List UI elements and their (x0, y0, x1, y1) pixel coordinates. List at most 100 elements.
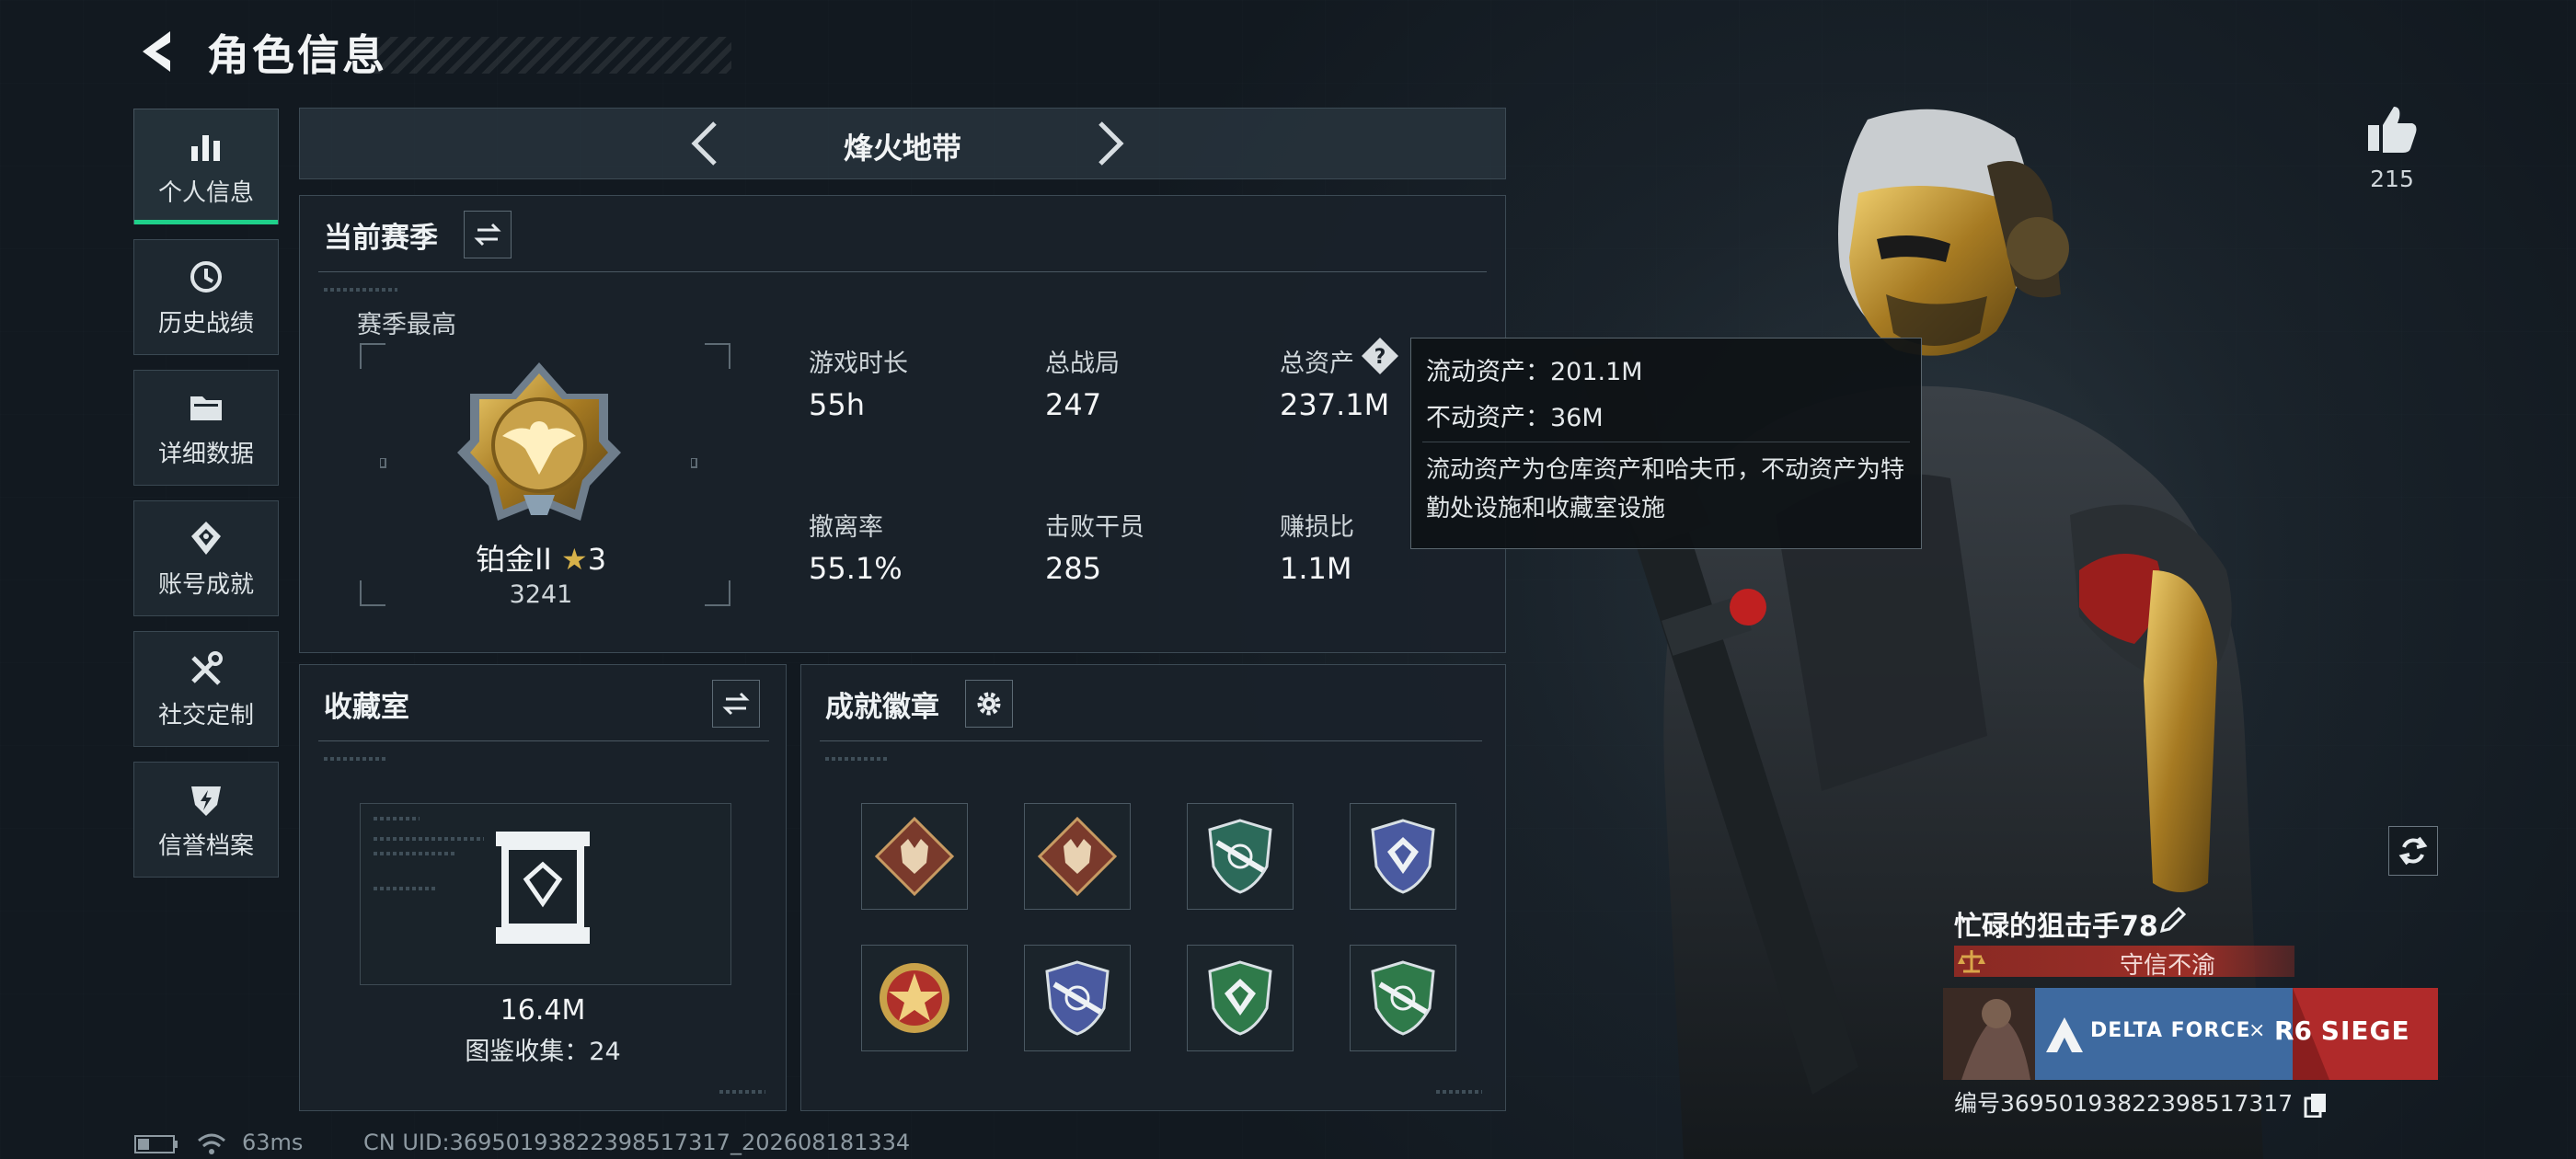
sidebar-item-label: 账号成就 (157, 570, 254, 599)
page-header: 角色信息 (133, 20, 731, 85)
shield-badge-icon (1208, 960, 1272, 1036)
battery-icon (134, 1135, 178, 1153)
achievement-badge-slot[interactable] (1350, 945, 1456, 1051)
cn-uid-text: CN UID:3695019382239851731​7_20260818133… (363, 1130, 911, 1155)
decor-text (374, 887, 438, 890)
tooltip-fixed-assets: 不动资产：36M (1426, 404, 1604, 432)
decor-corner (719, 1090, 765, 1094)
frame-corner (360, 343, 385, 369)
divider (318, 740, 769, 741)
stat-label-total-matches: 总战局 (1045, 350, 1120, 378)
swap-icon (722, 692, 750, 716)
player-uid: 编号3695019382239851731​7 (1954, 1090, 2294, 1117)
tooltip-description: 流动资产为仓库资产和哈夫币，不动资产为特勤处设施和收藏室设施 (1426, 456, 1905, 522)
sidebar-item-label: 详细数据 (157, 440, 254, 468)
collection-panel[interactable]: 收藏室 16.4M 图鉴收集：24 (299, 664, 787, 1111)
star-badge-icon (880, 963, 949, 1033)
decor-corner (1436, 1090, 1482, 1094)
stat-value-total-assets: 237.1M (1280, 387, 1390, 422)
collection-title: 收藏室 (324, 691, 409, 724)
player-name: 忙碌的狙击手78 (1954, 911, 2158, 943)
achievement-badge-slot[interactable] (861, 945, 968, 1051)
rifle-shield-badge-icon (1371, 960, 1435, 1036)
frame-tick (691, 458, 697, 468)
stat-value-total-matches: 247 (1045, 387, 1102, 422)
decor-text (324, 757, 388, 761)
stat-label-operators-defeated: 击败干员 (1045, 513, 1144, 542)
sidebar-item-detailed-data[interactable]: 详细数据 (133, 370, 279, 486)
frame-tick (380, 458, 386, 468)
achievements-settings-button[interactable] (965, 680, 1013, 728)
rank-name: 铂金II (475, 542, 552, 577)
sidebar-item-social-customization[interactable]: 社交定制 (133, 631, 279, 747)
help-icon[interactable]: ? (1360, 336, 1400, 376)
stat-value-extraction-rate: 55.1% (809, 551, 903, 586)
achievement-badge-slot[interactable] (1024, 945, 1131, 1051)
collection-display-case (360, 803, 731, 985)
copy-icon[interactable] (2304, 1092, 2328, 1119)
stat-label-extraction-rate: 撤离率 (809, 513, 883, 542)
decor-text (825, 757, 890, 761)
stat-value-playtime: 55h (809, 387, 865, 422)
banner-delta-force: DELTA FORCE (2090, 1019, 2251, 1042)
header-stripe (373, 37, 731, 74)
sidebar-item-achievements[interactable]: 账号成就 (133, 500, 279, 616)
achievement-badge-slot[interactable] (1350, 803, 1456, 910)
collection-switch-button[interactable] (712, 680, 760, 728)
tools-icon (191, 650, 223, 685)
ping-text: 63ms (242, 1130, 304, 1155)
achievement-badge-slot[interactable] (1187, 945, 1294, 1051)
banner-r6: R6 SIEGE (2274, 1016, 2410, 1046)
refresh-icon (2398, 836, 2428, 866)
chevron-right-icon[interactable] (1082, 118, 1133, 169)
stat-value-profit-loss: 1.1M (1280, 551, 1352, 586)
refresh-button[interactable] (2388, 826, 2438, 876)
achievement-badge-slot[interactable] (1187, 803, 1294, 910)
medal-icon (191, 521, 221, 555)
like-block[interactable]: 215 (2360, 103, 2424, 192)
sidebar-item-label: 个人信息 (157, 178, 254, 207)
decor-text (324, 288, 397, 292)
sidebar: 个人信息 历史战绩 详细数据 账号成就 社交定制 信誉档案 (133, 109, 281, 892)
banner-cross: × (2248, 1019, 2266, 1042)
thumbs-up-icon (2368, 107, 2417, 153)
platinum-rank-emblem-icon (457, 362, 621, 521)
sidebar-item-label: 社交定制 (157, 701, 254, 729)
banner-r6-text: R6 (2274, 1016, 2313, 1046)
rank-name-row: 铂金II ★3 (366, 536, 716, 579)
season-title: 当前赛季 (324, 222, 438, 255)
tooltip-liquid-assets: 流动资产：201.1M (1426, 358, 1643, 386)
player-uid-row: 编号3695019382239851731​7 (1954, 1085, 2328, 1119)
shield-badge-icon (1371, 819, 1435, 894)
rank-stars: 3 (587, 542, 607, 577)
sidebar-item-personal-info[interactable]: 个人信息 (133, 109, 279, 224)
reputation-bar: 守信不渝 (1954, 946, 2294, 980)
svg-text:?: ? (1374, 346, 1386, 369)
collab-banner: DELTA FORCE × R6 SIEGE (1943, 988, 2438, 1080)
achievement-badge-slot[interactable] (861, 803, 968, 910)
total-assets-tooltip: 流动资产：201.1M 不动资产：36M 流动资产为仓库资产和哈夫币，不动资产为… (1410, 338, 1922, 549)
divider (318, 271, 1487, 272)
collection-count: 图鉴收集：24 (465, 1038, 621, 1066)
sidebar-item-match-history[interactable]: 历史战绩 (133, 239, 279, 355)
mode-switcher: 烽火地带 (299, 108, 1506, 179)
sidebar-item-label: 信誉档案 (157, 832, 254, 860)
achievement-badge-slot[interactable] (1024, 803, 1131, 910)
decor-text (374, 817, 420, 820)
swap-icon (474, 223, 501, 247)
reputation-text: 守信不渝 (2120, 952, 2216, 980)
page-title: 角色信息 (207, 30, 387, 80)
back-icon[interactable] (133, 26, 185, 77)
star-icon: ★ (561, 542, 588, 577)
like-count: 215 (2370, 166, 2414, 192)
achievements-title: 成就徽章 (825, 691, 939, 724)
rank-score: 3241 (509, 580, 573, 609)
display-case-icon (496, 832, 590, 944)
clock-history-icon (190, 260, 222, 293)
folder-icon (190, 396, 222, 420)
shield-bolt-icon (191, 786, 221, 816)
sidebar-item-reputation-file[interactable]: 信誉档案 (133, 762, 279, 878)
season-best-label: 赛季最高 (357, 311, 456, 339)
season-switch-button[interactable] (464, 211, 512, 258)
edit-pencil-icon[interactable] (2156, 903, 2190, 936)
